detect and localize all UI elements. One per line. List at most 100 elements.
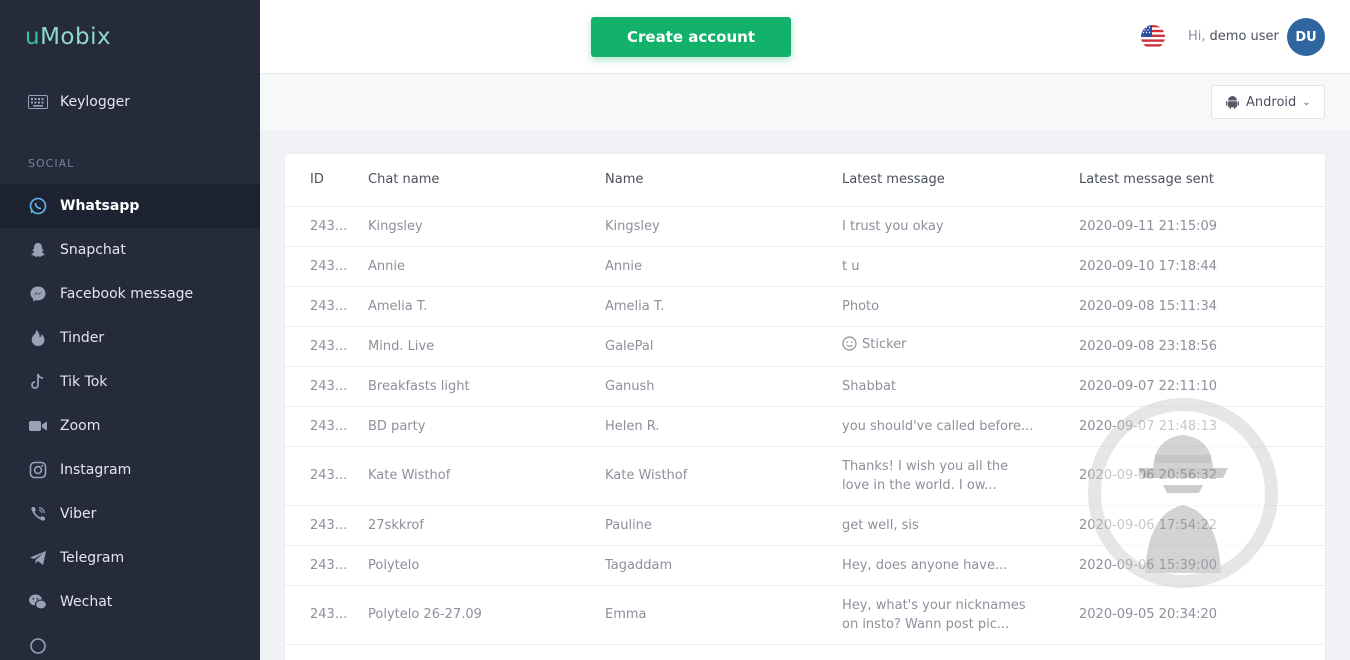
cell-latest-message: Shabbat xyxy=(842,366,1079,407)
cell-latest-message: t u xyxy=(842,246,1079,287)
cell-latest-message: Sticker xyxy=(842,326,1079,367)
cell-latest-message-sent: 2020-09-06 17:54:22 xyxy=(1079,505,1325,546)
sidebar-item-label: Wechat xyxy=(60,594,113,610)
table-row[interactable]: 243... 27skkrof Pauline get well, sis 20… xyxy=(285,505,1325,546)
cell-id: 243... xyxy=(285,246,368,287)
table-row[interactable]: 243... Amelia T. Amelia T. Photo 2020-09… xyxy=(285,286,1325,327)
cell-chat-name: Mind. Live xyxy=(368,326,605,367)
sidebar-item-facebook-message[interactable]: Facebook message xyxy=(0,272,260,316)
cell-latest-message-sent: 2020-09-11 21:15:09 xyxy=(1079,206,1325,247)
sidebar-item-label: Snapchat xyxy=(60,242,126,258)
cell-id: 243... xyxy=(285,446,368,506)
message-text: Hey, what's your nicknames on insto? Wan… xyxy=(842,597,1026,632)
sidebar-item-telegram[interactable]: Telegram xyxy=(0,536,260,580)
cell-chat-name: Polytelo xyxy=(368,545,605,586)
sidebar: uMobix Keylogger SOCIAL Whatsapp Snapcha… xyxy=(0,0,260,660)
cell-name: Kate Wisthof xyxy=(605,446,842,506)
cell-latest-message: you should've called before... xyxy=(842,406,1079,447)
cell-chat-name: BD party xyxy=(368,406,605,447)
sidebar-item-label: Tik Tok xyxy=(60,374,108,390)
table-row[interactable]: 243... BD party Helen R. you should've c… xyxy=(285,406,1325,447)
cell-name: GalePal xyxy=(605,326,842,367)
snapchat-icon xyxy=(28,240,48,260)
cell-name: Tagaddam xyxy=(605,545,842,586)
cell-latest-message-sent: 2020-09-10 17:18:44 xyxy=(1079,246,1325,287)
username[interactable]: demo user xyxy=(1210,29,1279,44)
table-row[interactable]: 243... Polytelo 26-27.09 Emma Hey, what'… xyxy=(285,585,1325,645)
sidebar-item-label: Telegram xyxy=(60,550,125,566)
sidebar-item-instagram[interactable]: Instagram xyxy=(0,448,260,492)
os-select-dropdown[interactable]: Android ⌄ xyxy=(1211,85,1325,119)
sidebar-item-zoom[interactable]: Zoom xyxy=(0,404,260,448)
sidebar-item-label: Instagram xyxy=(60,462,132,478)
viber-icon xyxy=(28,504,48,524)
us-flag-icon[interactable] xyxy=(1141,25,1165,49)
chats-table: ID Chat name Name Latest message Latest … xyxy=(285,154,1325,645)
table-row[interactable]: 243... Mind. Live GalePal Sticker 2020-0… xyxy=(285,326,1325,367)
cell-id: 243... xyxy=(285,406,368,447)
sticker-icon xyxy=(842,336,857,357)
cell-latest-message: Hey, does anyone have... xyxy=(842,545,1079,586)
sidebar-item-label: Tinder xyxy=(60,330,105,346)
android-icon xyxy=(1226,95,1239,109)
table-header-row: ID Chat name Name Latest message Latest … xyxy=(285,154,1325,207)
sidebar-item-whatsapp[interactable]: Whatsapp xyxy=(0,184,260,228)
chevron-down-icon: ⌄ xyxy=(1302,96,1311,108)
cell-chat-name: Amelia T. xyxy=(368,286,605,327)
cell-name: Amelia T. xyxy=(605,286,842,327)
column-header-chat-name[interactable]: Chat name xyxy=(368,154,605,207)
column-header-name[interactable]: Name xyxy=(605,154,842,207)
table-row[interactable]: 243... Annie Annie t u 2020-09-10 17:18:… xyxy=(285,246,1325,287)
top-header: Create account Hi, demo user DU xyxy=(260,0,1350,74)
instagram-icon xyxy=(28,460,48,480)
sidebar-item-label: Facebook message xyxy=(60,286,194,302)
message-text: Thanks! I wish you all the love in the w… xyxy=(842,458,1009,493)
cell-chat-name: Breakfasts light xyxy=(368,366,605,407)
tiktok-icon xyxy=(28,372,48,392)
cell-name: Pauline xyxy=(605,505,842,546)
column-header-latest-message-sent[interactable]: Latest message sent xyxy=(1079,154,1325,207)
cell-id: 243... xyxy=(285,326,368,367)
table-row[interactable]: 243... Kingsley Kingsley I trust you oka… xyxy=(285,206,1325,247)
column-header-id[interactable]: ID xyxy=(285,154,368,207)
wechat-icon xyxy=(28,592,48,612)
cell-latest-message-sent: 2020-09-08 15:11:34 xyxy=(1079,286,1325,327)
cell-latest-message: get well, sis xyxy=(842,505,1079,546)
sidebar-item-keylogger[interactable]: Keylogger xyxy=(0,80,260,124)
cell-latest-message-sent: 2020-09-07 22:11:10 xyxy=(1079,366,1325,407)
cell-name: Emma xyxy=(605,585,842,645)
sidebar-section-title: SOCIAL xyxy=(28,157,75,170)
app-logo[interactable]: uMobix xyxy=(25,24,111,50)
sidebar-item-snapchat[interactable]: Snapchat xyxy=(0,228,260,272)
cell-name: Ganush xyxy=(605,366,842,407)
table-row[interactable]: 243... Breakfasts light Ganush Shabbat 2… xyxy=(285,366,1325,407)
sidebar-item-label: Whatsapp xyxy=(60,198,140,214)
telegram-icon xyxy=(28,548,48,568)
chats-table-card: ID Chat name Name Latest message Latest … xyxy=(285,154,1325,660)
cell-chat-name: Annie xyxy=(368,246,605,287)
cell-id: 243... xyxy=(285,286,368,327)
sidebar-item-more[interactable] xyxy=(0,624,260,660)
cell-chat-name: 27skkrof xyxy=(368,505,605,546)
sidebar-item-tiktok[interactable]: Tik Tok xyxy=(0,360,260,404)
cell-latest-message-sent: 2020-09-07 21:48:13 xyxy=(1079,406,1325,447)
cell-latest-message-sent: 2020-09-06 20:56:32 xyxy=(1079,446,1325,506)
sidebar-item-wechat[interactable]: Wechat xyxy=(0,580,260,624)
sidebar-item-viber[interactable]: Viber xyxy=(0,492,260,536)
create-account-button[interactable]: Create account xyxy=(591,17,791,57)
greeting-text: Hi, xyxy=(1188,29,1206,44)
cell-name: Helen R. xyxy=(605,406,842,447)
toolbar: Android ⌄ xyxy=(260,75,1350,130)
tinder-icon xyxy=(28,328,48,348)
cell-latest-message-sent: 2020-09-06 15:39:00 xyxy=(1079,545,1325,586)
avatar[interactable]: DU xyxy=(1287,18,1325,56)
cell-latest-message: Thanks! I wish you all the love in the w… xyxy=(842,446,1079,506)
table-row[interactable]: 243... Kate Wisthof Kate Wisthof Thanks!… xyxy=(285,446,1325,506)
user-greeting: Hi, demo user xyxy=(1188,29,1279,44)
table-row[interactable]: 243... Polytelo Tagaddam Hey, does anyon… xyxy=(285,545,1325,586)
cell-chat-name: Kate Wisthof xyxy=(368,446,605,506)
cell-id: 243... xyxy=(285,585,368,645)
column-header-latest-message[interactable]: Latest message xyxy=(842,154,1079,207)
sidebar-item-label: Zoom xyxy=(60,418,101,434)
sidebar-item-tinder[interactable]: Tinder xyxy=(0,316,260,360)
